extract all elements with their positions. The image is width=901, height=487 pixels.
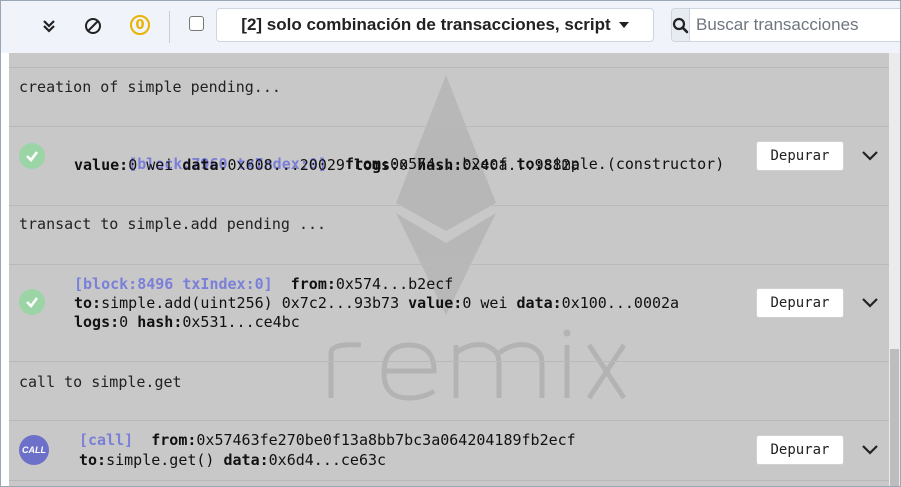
row-divider — [9, 361, 889, 362]
pending-tx-count-badge: 0 — [130, 15, 150, 35]
chevron-down-icon[interactable] — [861, 441, 879, 459]
terminal-output: creation of simple pending... [block:796… — [9, 53, 889, 486]
log-message: creation of simple pending... — [19, 78, 281, 96]
clear-console-icon[interactable] — [80, 13, 106, 39]
log-message: transact to simple.add pending ... — [19, 215, 327, 233]
row-divider — [9, 480, 889, 481]
tx-summary-line-2: value:0 wei data:0x608...20029 logs:0 ha… — [74, 156, 580, 174]
scrollbar-thumb[interactable] — [890, 349, 899, 486]
tx-summary-line-2: to:simple.add(uint256) 0x7c2...93b73 val… — [74, 294, 680, 312]
call-icon: CALL — [19, 435, 49, 465]
chevron-down-icon[interactable] — [861, 147, 879, 165]
search-transactions-input[interactable] — [690, 9, 900, 41]
filter-select-label: [2] solo combinación de transacciones, s… — [241, 15, 611, 34]
row-divider — [9, 126, 889, 127]
minimize-terminal-icon[interactable] — [36, 13, 62, 39]
tx-summary-line-1: [call] from:0x57463fe270be0f13a8bb7bc3a0… — [79, 431, 576, 449]
terminal-panel: 0 [2] solo combinación de transacciones,… — [0, 0, 901, 487]
remix-watermark-icon — [328, 75, 627, 401]
filter-select[interactable]: [2] solo combinación de transacciones, s… — [216, 8, 654, 42]
tx-value: 0 wei — [462, 294, 508, 312]
caret-down-icon — [618, 22, 629, 28]
terminal-toolbar: 0 [2] solo combinación de transacciones,… — [1, 1, 900, 53]
row-divider — [9, 205, 889, 206]
success-check-icon — [19, 143, 45, 169]
search-group — [671, 8, 900, 42]
debug-button[interactable]: Depurar — [756, 288, 844, 318]
tx-logs: 0 — [119, 313, 129, 331]
tx-summary-line-3: logs:0 hash:0x531...ce4bc — [74, 313, 300, 331]
tx-call-tag: [call] — [79, 431, 134, 449]
tx-summary-line-2: to:simple.get() data:0x6d4...ce63c — [79, 451, 387, 469]
tx-summary-line-1: [block:8496 txIndex:0] from:0x574...b2ec… — [74, 275, 454, 293]
tx-data: 0x608...20029 — [227, 156, 345, 174]
debug-button[interactable]: Depurar — [756, 435, 844, 465]
tx-data: 0x100...0002a — [561, 294, 680, 312]
row-divider — [9, 264, 889, 265]
tx-logs: 0 — [399, 156, 409, 174]
tx-block-tag: [block:8496 txIndex:0] — [74, 275, 273, 293]
toolbar-divider — [169, 11, 170, 43]
success-check-icon — [19, 289, 45, 315]
log-message: call to simple.get — [19, 373, 182, 391]
row-divider — [9, 67, 889, 68]
tx-to: simple.add(uint256) 0x7c2...93b73 — [101, 294, 400, 312]
tx-from: 0x57463fe270be0f13a8bb7bc3a064204189fb2e… — [196, 431, 576, 449]
tx-to: simple.get() — [106, 451, 215, 469]
debug-button[interactable]: Depurar — [756, 141, 844, 171]
tx-hash: 0x40a...9882a — [462, 156, 580, 174]
chevron-down-icon[interactable] — [861, 294, 879, 312]
search-icon — [672, 9, 690, 41]
tx-from: 0x574...b2ecf — [335, 275, 454, 293]
listen-network-checkbox[interactable] — [189, 16, 204, 31]
tx-hash: 0x531...ce4bc — [182, 313, 300, 331]
tx-value: 0 wei — [128, 156, 174, 174]
row-divider — [9, 420, 889, 421]
tx-data: 0x6d4...ce63c — [268, 451, 387, 469]
